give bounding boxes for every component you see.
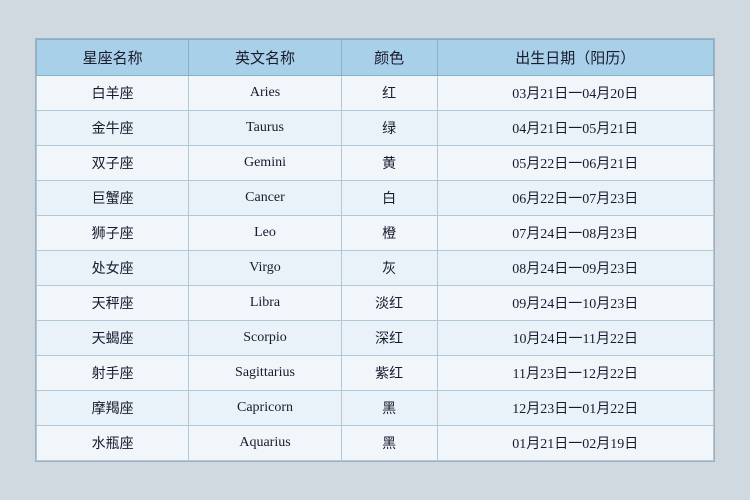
cell-color: 绿 [341, 111, 437, 146]
cell-color: 深红 [341, 321, 437, 356]
table-header-row: 星座名称 英文名称 颜色 出生日期（阳历） [37, 40, 714, 76]
cell-chinese-name: 射手座 [37, 356, 189, 391]
cell-chinese-name: 摩羯座 [37, 391, 189, 426]
table-row: 狮子座Leo橙07月24日一08月23日 [37, 216, 714, 251]
cell-color: 紫红 [341, 356, 437, 391]
table-row: 水瓶座Aquarius黑01月21日一02月19日 [37, 426, 714, 461]
cell-chinese-name: 水瓶座 [37, 426, 189, 461]
cell-dates: 11月23日一12月22日 [437, 356, 713, 391]
cell-english-name: Scorpio [189, 321, 341, 356]
cell-color: 红 [341, 76, 437, 111]
cell-dates: 09月24日一10月23日 [437, 286, 713, 321]
cell-dates: 10月24日一11月22日 [437, 321, 713, 356]
cell-color: 黑 [341, 391, 437, 426]
cell-chinese-name: 天秤座 [37, 286, 189, 321]
cell-english-name: Gemini [189, 146, 341, 181]
cell-chinese-name: 天蝎座 [37, 321, 189, 356]
cell-english-name: Taurus [189, 111, 341, 146]
table-row: 天蝎座Scorpio深红10月24日一11月22日 [37, 321, 714, 356]
cell-dates: 08月24日一09月23日 [437, 251, 713, 286]
cell-dates: 06月22日一07月23日 [437, 181, 713, 216]
table-row: 巨蟹座Cancer白06月22日一07月23日 [37, 181, 714, 216]
cell-color: 黑 [341, 426, 437, 461]
cell-chinese-name: 狮子座 [37, 216, 189, 251]
cell-dates: 07月24日一08月23日 [437, 216, 713, 251]
cell-english-name: Capricorn [189, 391, 341, 426]
header-color: 颜色 [341, 40, 437, 76]
header-english-name: 英文名称 [189, 40, 341, 76]
header-dates: 出生日期（阳历） [437, 40, 713, 76]
table-row: 射手座Sagittarius紫红11月23日一12月22日 [37, 356, 714, 391]
cell-english-name: Aquarius [189, 426, 341, 461]
table-row: 摩羯座Capricorn黑12月23日一01月22日 [37, 391, 714, 426]
cell-color: 灰 [341, 251, 437, 286]
cell-dates: 05月22日一06月21日 [437, 146, 713, 181]
table-row: 金牛座Taurus绿04月21日一05月21日 [37, 111, 714, 146]
cell-chinese-name: 金牛座 [37, 111, 189, 146]
cell-english-name: Aries [189, 76, 341, 111]
cell-english-name: Virgo [189, 251, 341, 286]
cell-english-name: Sagittarius [189, 356, 341, 391]
cell-chinese-name: 双子座 [37, 146, 189, 181]
cell-color: 橙 [341, 216, 437, 251]
header-chinese-name: 星座名称 [37, 40, 189, 76]
cell-color: 淡红 [341, 286, 437, 321]
cell-english-name: Cancer [189, 181, 341, 216]
table-body: 白羊座Aries红03月21日一04月20日金牛座Taurus绿04月21日一0… [37, 76, 714, 461]
cell-chinese-name: 白羊座 [37, 76, 189, 111]
cell-english-name: Libra [189, 286, 341, 321]
cell-english-name: Leo [189, 216, 341, 251]
cell-dates: 12月23日一01月22日 [437, 391, 713, 426]
cell-color: 黄 [341, 146, 437, 181]
table-row: 白羊座Aries红03月21日一04月20日 [37, 76, 714, 111]
zodiac-table: 星座名称 英文名称 颜色 出生日期（阳历） 白羊座Aries红03月21日一04… [36, 39, 714, 461]
cell-dates: 04月21日一05月21日 [437, 111, 713, 146]
table-row: 处女座Virgo灰08月24日一09月23日 [37, 251, 714, 286]
zodiac-table-container: 星座名称 英文名称 颜色 出生日期（阳历） 白羊座Aries红03月21日一04… [35, 38, 715, 462]
cell-dates: 01月21日一02月19日 [437, 426, 713, 461]
cell-dates: 03月21日一04月20日 [437, 76, 713, 111]
cell-color: 白 [341, 181, 437, 216]
table-row: 天秤座Libra淡红09月24日一10月23日 [37, 286, 714, 321]
cell-chinese-name: 处女座 [37, 251, 189, 286]
cell-chinese-name: 巨蟹座 [37, 181, 189, 216]
table-row: 双子座Gemini黄05月22日一06月21日 [37, 146, 714, 181]
